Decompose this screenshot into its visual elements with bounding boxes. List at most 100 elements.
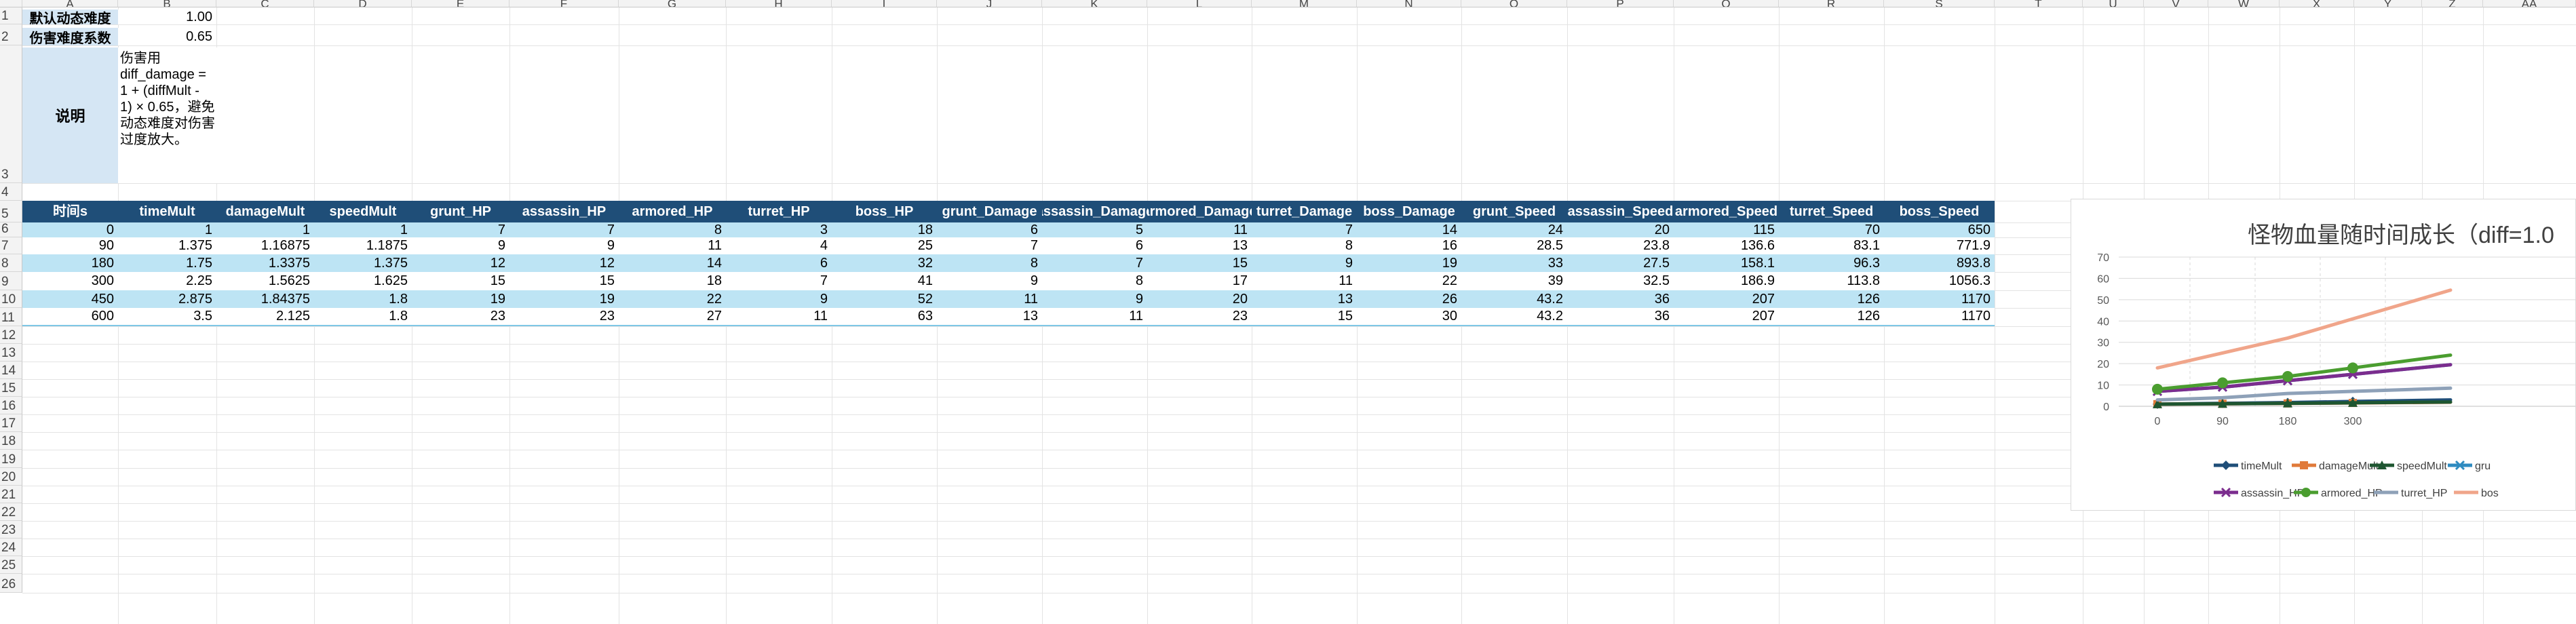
table-cell[interactable]: 36 xyxy=(1567,290,1674,308)
table-cell[interactable]: 1056.3 xyxy=(1884,272,1995,290)
table-cell[interactable]: 22 xyxy=(1357,272,1461,290)
column-header-t[interactable]: T xyxy=(1995,0,2083,7)
table-cell[interactable]: 13 xyxy=(1252,290,1357,308)
table-cell[interactable]: 7 xyxy=(937,237,1042,254)
table-header-cell[interactable]: grunt_Speed xyxy=(1461,201,1567,222)
row-header-4[interactable]: 4 xyxy=(0,183,22,201)
column-header-z[interactable]: Z xyxy=(2422,0,2483,7)
table-cell[interactable]: 83.1 xyxy=(1779,237,1884,254)
table-cell[interactable]: 1.8 xyxy=(314,290,412,308)
table-cell[interactable]: 0 xyxy=(22,222,118,237)
row-header-14[interactable]: 14 xyxy=(0,362,22,379)
table-cell[interactable]: 43.2 xyxy=(1461,308,1567,326)
table-cell[interactable]: 39 xyxy=(1461,272,1567,290)
column-header-j[interactable]: J xyxy=(937,0,1042,7)
table-cell[interactable]: 11 xyxy=(1252,272,1357,290)
table-cell[interactable]: 11 xyxy=(619,237,726,254)
table-cell[interactable]: 126 xyxy=(1779,290,1884,308)
table-cell[interactable]: 1.3375 xyxy=(216,254,314,272)
table-cell[interactable]: 8 xyxy=(1042,272,1147,290)
table-cell[interactable]: 7 xyxy=(1042,254,1147,272)
table-header-cell[interactable]: grunt_HP xyxy=(412,201,510,222)
table-cell[interactable]: 158.1 xyxy=(1674,254,1779,272)
table-cell[interactable]: 11 xyxy=(937,290,1042,308)
table-cell[interactable]: 9 xyxy=(937,272,1042,290)
table-cell[interactable]: 25 xyxy=(832,237,937,254)
param-value-default-difficulty[interactable]: 1.00 xyxy=(118,9,216,24)
table-cell[interactable]: 43.2 xyxy=(1461,290,1567,308)
table-cell[interactable]: 14 xyxy=(1357,222,1461,237)
table-cell[interactable]: 36 xyxy=(1567,308,1674,326)
table-header-cell[interactable]: boss_HP xyxy=(832,201,937,222)
row-header-2[interactable]: 2 xyxy=(0,24,22,45)
table-cell[interactable]: 23 xyxy=(1147,308,1252,326)
table-cell[interactable]: 17 xyxy=(1147,272,1252,290)
table-cell[interactable]: 23.8 xyxy=(1567,237,1674,254)
table-cell[interactable]: 23 xyxy=(510,308,619,326)
row-header-24[interactable]: 24 xyxy=(0,539,22,556)
column-header-m[interactable]: M xyxy=(1252,0,1357,7)
table-cell[interactable]: 9 xyxy=(1252,254,1357,272)
table-cell[interactable]: 2.25 xyxy=(118,272,216,290)
table-cell[interactable]: 9 xyxy=(412,237,510,254)
table-cell[interactable]: 20 xyxy=(1147,290,1252,308)
row-header-9[interactable]: 9 xyxy=(0,272,22,290)
column-header-d[interactable]: D xyxy=(314,0,412,7)
table-header-cell[interactable]: armored_Damage xyxy=(1147,201,1252,222)
table-cell[interactable]: 11 xyxy=(1147,222,1252,237)
column-header-q[interactable]: Q xyxy=(1674,0,1779,7)
column-header-w[interactable]: W xyxy=(2208,0,2280,7)
table-cell[interactable]: 1.84375 xyxy=(216,290,314,308)
row-header-12[interactable]: 12 xyxy=(0,326,22,344)
table-header-cell[interactable]: boss_Damage xyxy=(1357,201,1461,222)
row-header-23[interactable]: 23 xyxy=(0,521,22,539)
column-header-a[interactable]: A xyxy=(22,0,118,7)
table-cell[interactable]: 3.5 xyxy=(118,308,216,326)
table-header-cell[interactable]: armored_Speed xyxy=(1674,201,1779,222)
row-header-10[interactable]: 10 xyxy=(0,290,22,308)
table-cell[interactable]: 18 xyxy=(832,222,937,237)
row-header-1[interactable]: 1 xyxy=(0,7,22,24)
table-cell[interactable]: 15 xyxy=(412,272,510,290)
column-header-r[interactable]: R xyxy=(1779,0,1884,7)
table-cell[interactable]: 9 xyxy=(726,290,832,308)
row-header-18[interactable]: 18 xyxy=(0,432,22,450)
table-cell[interactable]: 7 xyxy=(726,272,832,290)
table-header-cell[interactable]: assassin_Speed xyxy=(1567,201,1674,222)
table-cell[interactable]: 600 xyxy=(22,308,118,326)
table-cell[interactable]: 1.16875 xyxy=(216,237,314,254)
column-header-n[interactable]: N xyxy=(1357,0,1461,7)
table-cell[interactable]: 893.8 xyxy=(1884,254,1995,272)
table-cell[interactable]: 3 xyxy=(726,222,832,237)
column-header-v[interactable]: V xyxy=(2144,0,2208,7)
table-cell[interactable]: 30 xyxy=(1357,308,1461,326)
column-header-h[interactable]: H xyxy=(726,0,832,7)
table-cell[interactable]: 7 xyxy=(412,222,510,237)
table-cell[interactable]: 9 xyxy=(510,237,619,254)
column-header-y[interactable]: Y xyxy=(2354,0,2422,7)
column-header-f[interactable]: F xyxy=(510,0,619,7)
column-header-aa[interactable]: AA xyxy=(2483,0,2576,7)
table-cell[interactable]: 1.75 xyxy=(118,254,216,272)
column-header-u[interactable]: U xyxy=(2083,0,2144,7)
table-cell[interactable]: 27.5 xyxy=(1567,254,1674,272)
table-header-cell[interactable]: 时间s xyxy=(22,201,118,222)
row-header-16[interactable]: 16 xyxy=(0,397,22,414)
table-cell[interactable]: 1170 xyxy=(1884,308,1995,326)
table-header-cell[interactable]: turret_Damage xyxy=(1252,201,1357,222)
row-header-5[interactable]: 5 xyxy=(0,201,22,222)
table-cell[interactable]: 19 xyxy=(510,290,619,308)
table-cell[interactable]: 8 xyxy=(1252,237,1357,254)
table-cell[interactable]: 650 xyxy=(1884,222,1995,237)
column-header-c[interactable]: C xyxy=(216,0,314,7)
table-cell[interactable]: 11 xyxy=(1042,308,1147,326)
hp-growth-chart[interactable]: 怪物血量随时间成长（diff=1.0 0 10 20 30 40 50 60 70 0 90 180… xyxy=(2071,199,2576,511)
table-cell[interactable]: 15 xyxy=(1252,308,1357,326)
table-cell[interactable]: 113.8 xyxy=(1779,272,1884,290)
table-cell[interactable]: 186.9 xyxy=(1674,272,1779,290)
table-cell[interactable]: 1.625 xyxy=(314,272,412,290)
table-header-cell[interactable]: grunt_Damage xyxy=(937,201,1042,222)
table-header-cell[interactable]: turret_HP xyxy=(726,201,832,222)
table-cell[interactable]: 1.5625 xyxy=(216,272,314,290)
row-header-20[interactable]: 20 xyxy=(0,468,22,486)
